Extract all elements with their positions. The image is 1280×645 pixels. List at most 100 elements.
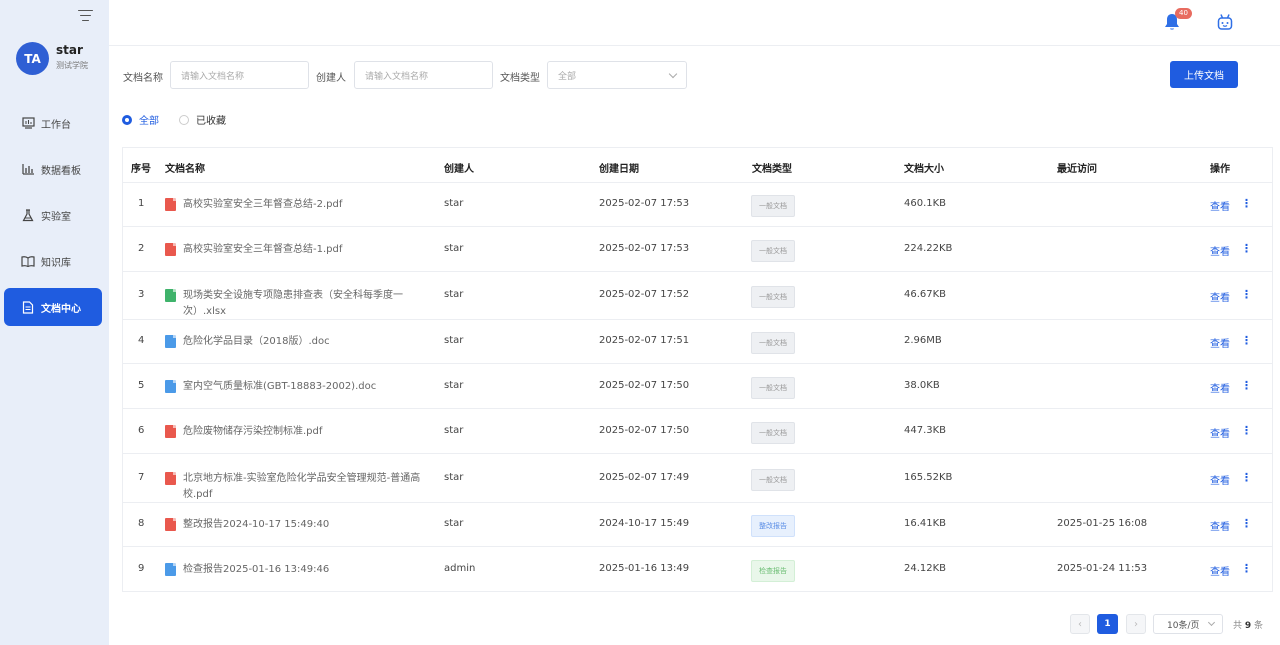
document-type-tag: 一般文档 (751, 239, 795, 262)
view-link[interactable]: 查看 (1210, 563, 1230, 578)
page-size-select[interactable]: 10条/页 (1153, 614, 1223, 634)
document-icon (21, 300, 35, 314)
row-size: 224.22KB (904, 242, 953, 254)
current-page-button[interactable]: 1 (1097, 614, 1118, 634)
table-row: 1 高校实验室安全三年督查总结-2.pdf star 2025-02-07 17:53… (123, 183, 1272, 227)
book-icon (21, 254, 35, 268)
view-link[interactable]: 查看 (1210, 472, 1230, 487)
more-options-icon[interactable]: ⋮ (1241, 471, 1252, 484)
row-created: 2024-10-17 15:49 (599, 518, 690, 529)
row-creator: star (444, 379, 464, 391)
row-size: 2.96MB (904, 335, 942, 346)
header-creator: 创建人 (444, 164, 474, 175)
nav-item-label: 实验室 (41, 211, 71, 223)
view-link[interactable]: 查看 (1210, 243, 1230, 258)
view-link[interactable]: 查看 (1210, 518, 1230, 533)
row-visited: 2025-01-24 11:53 (1057, 562, 1148, 574)
robot-icon[interactable] (1216, 13, 1234, 31)
next-page-button[interactable]: › (1126, 614, 1146, 634)
menu-toggle-icon[interactable] (78, 8, 93, 22)
sidebar: TA star 测试学院 工作台 数据看板 实验室 知识库 文档中心 (0, 0, 109, 645)
creator-input[interactable]: 请输入文档名称 (354, 61, 493, 89)
page-size-value: 10条/页 (1167, 620, 1200, 631)
view-link[interactable]: 查看 (1210, 198, 1230, 213)
avatar[interactable]: TA (16, 42, 49, 75)
radio-favorites[interactable]: 已收藏 (179, 112, 226, 127)
document-name-link[interactable]: 整改报告2024-10-17 15:49:40 (183, 517, 435, 533)
more-options-icon[interactable]: ⋮ (1241, 197, 1252, 210)
total-number: 9 (1244, 621, 1252, 631)
table-row: 4 危险化学品目录（2018版）.doc star 2025-02-07 17:51 一… (123, 320, 1272, 364)
document-type-tag: 一般文档 (751, 195, 795, 217)
upload-document-button[interactable]: 上传文档 (1170, 61, 1238, 88)
document-name-link[interactable]: 危险废物储存污染控制标准.pdf (183, 424, 435, 440)
top-header: 40 (109, 0, 1280, 46)
row-creator: star (444, 198, 464, 209)
radio-all[interactable]: 全部 (122, 112, 159, 127)
prev-page-button[interactable]: ‹ (1070, 614, 1090, 634)
doc-file-icon (165, 379, 176, 393)
more-options-icon[interactable]: ⋮ (1241, 379, 1252, 392)
document-name-link[interactable]: 检查报告2025-01-16 13:49:46 (183, 562, 435, 578)
nav-item-documents[interactable]: 文档中心 (4, 288, 102, 326)
document-name-link[interactable]: 高校实验室安全三年督查总结-1.pdf (183, 242, 435, 258)
more-options-icon[interactable]: ⋮ (1241, 517, 1252, 530)
row-size: 46.67KB (904, 289, 947, 300)
nav-item-lab[interactable]: 实验室 (4, 196, 102, 234)
document-type-tag: 检查报告 (751, 559, 795, 582)
row-index: 1 (138, 198, 145, 209)
filter-creator-label: 创建人 (316, 73, 346, 84)
row-created: 2025-02-07 17:51 (599, 335, 690, 346)
table-row: 3 现场类安全设施专项隐患排查表（安全科每季度一次）.xlsx star 2025-0… (123, 272, 1272, 320)
nav-item-label: 数据看板 (41, 165, 81, 177)
more-options-icon[interactable]: ⋮ (1241, 334, 1252, 347)
view-link[interactable]: 查看 (1210, 380, 1230, 395)
pdf-file-icon (165, 518, 176, 531)
document-type-value: 全部 (558, 71, 577, 82)
radio-label: 全部 (139, 116, 159, 127)
radio-label: 已收藏 (196, 116, 226, 127)
user-org: 测试学院 (56, 61, 88, 70)
nav-item-knowledge[interactable]: 知识库 (4, 242, 102, 280)
row-size: 165.52KB (904, 471, 953, 483)
document-type-tag: 一般文档 (751, 376, 795, 399)
more-options-icon[interactable]: ⋮ (1241, 424, 1252, 437)
chevron-down-icon (668, 69, 678, 79)
row-creator: star (444, 424, 464, 436)
pdf-file-icon (165, 471, 176, 485)
more-options-icon[interactable]: ⋮ (1241, 562, 1252, 575)
table-row: 5 室内空气质量标准(GBT-18883-2002).doc star 2025-02… (123, 364, 1272, 409)
document-name-link[interactable]: 现场类安全设施专项隐患排查表（安全科每季度一次）.xlsx (183, 288, 435, 320)
header-visited: 最近访问 (1057, 164, 1097, 175)
more-options-icon[interactable]: ⋮ (1241, 288, 1252, 301)
row-created: 2025-02-07 17:50 (599, 379, 690, 391)
row-index: 7 (138, 471, 145, 483)
nav-item-workbench[interactable]: 工作台 (4, 104, 102, 142)
view-link[interactable]: 查看 (1210, 425, 1230, 440)
row-created: 2025-02-07 17:53 (599, 198, 690, 209)
header-size: 文档大小 (904, 164, 944, 175)
view-link[interactable]: 查看 (1210, 335, 1230, 350)
document-name-link[interactable]: 危险化学品目录（2018版）.doc (183, 334, 435, 350)
row-size: 24.12KB (904, 562, 947, 574)
row-creator: star (444, 471, 464, 483)
document-name-input[interactable]: 请输入文档名称 (170, 61, 309, 89)
document-type-tag: 一般文档 (751, 468, 795, 491)
document-name-link[interactable]: 室内空气质量标准(GBT-18883-2002).doc (183, 379, 435, 395)
row-creator: star (444, 289, 464, 300)
document-type-select[interactable]: 全部 (547, 61, 687, 89)
document-name-link[interactable]: 北京地方标准-实验室危险化学品安全管理规范-普通高校.pdf (183, 471, 435, 503)
radio-dot (122, 114, 132, 125)
row-index: 4 (138, 335, 145, 346)
header-name: 文档名称 (165, 164, 205, 175)
row-index: 8 (138, 518, 145, 529)
row-creator: admin (444, 562, 476, 574)
view-link[interactable]: 查看 (1210, 289, 1230, 304)
nav-item-dashboard[interactable]: 数据看板 (4, 150, 102, 188)
row-creator: star (444, 335, 464, 346)
more-options-icon[interactable]: ⋮ (1241, 242, 1252, 255)
document-name-link[interactable]: 高校实验室安全三年督查总结-2.pdf (183, 197, 435, 213)
document-type-tag: 一般文档 (751, 421, 795, 444)
table-header: 序号 文档名称 创建人 创建日期 文档类型 文档大小 最近访问 操作 (123, 148, 1272, 183)
monitor-icon (21, 116, 35, 130)
